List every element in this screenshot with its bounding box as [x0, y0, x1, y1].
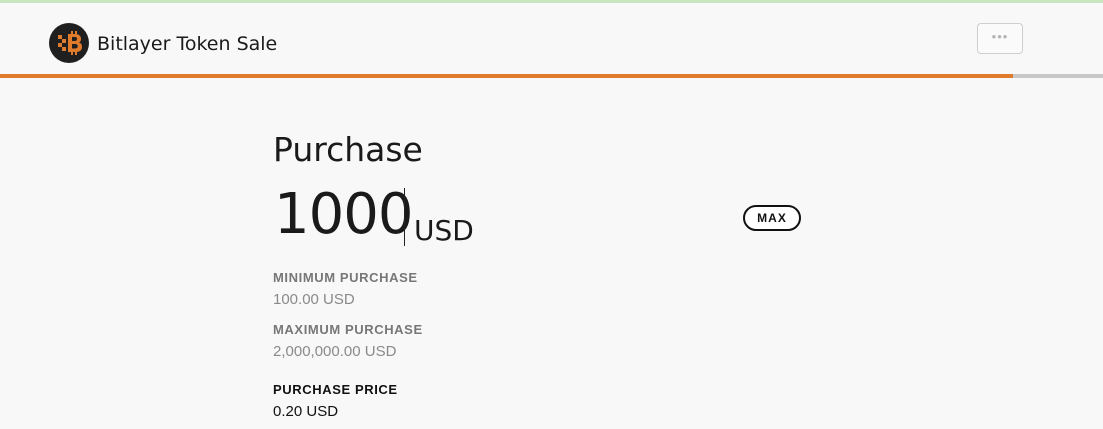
amount-input[interactable]: 1000: [274, 184, 414, 246]
more-dots-icon: •••: [991, 29, 1009, 44]
minimum-purchase-value: 100.00 USD: [273, 291, 355, 308]
minimum-purchase-label: MINIMUM PURCHASE: [273, 270, 418, 285]
progress-bar: [0, 74, 1103, 78]
currency-label: USD: [414, 214, 474, 247]
maximum-purchase-label: MAXIMUM PURCHASE: [273, 322, 423, 337]
page-title: Purchase: [273, 130, 423, 169]
progress-fill: [0, 74, 1013, 78]
bitlayer-logo-icon: [49, 23, 89, 63]
purchase-price-value: 0.20 USD: [273, 403, 339, 420]
text-caret: [404, 188, 405, 246]
more-menu-button[interactable]: •••: [977, 23, 1023, 54]
app-header: Bitlayer Token Sale •••: [0, 3, 1103, 74]
maximum-purchase-value: 2,000,000.00 USD: [273, 343, 397, 360]
max-button[interactable]: MAX: [743, 205, 801, 231]
app-title: Bitlayer Token Sale: [97, 33, 278, 55]
purchase-price-label: PURCHASE PRICE: [273, 382, 398, 397]
